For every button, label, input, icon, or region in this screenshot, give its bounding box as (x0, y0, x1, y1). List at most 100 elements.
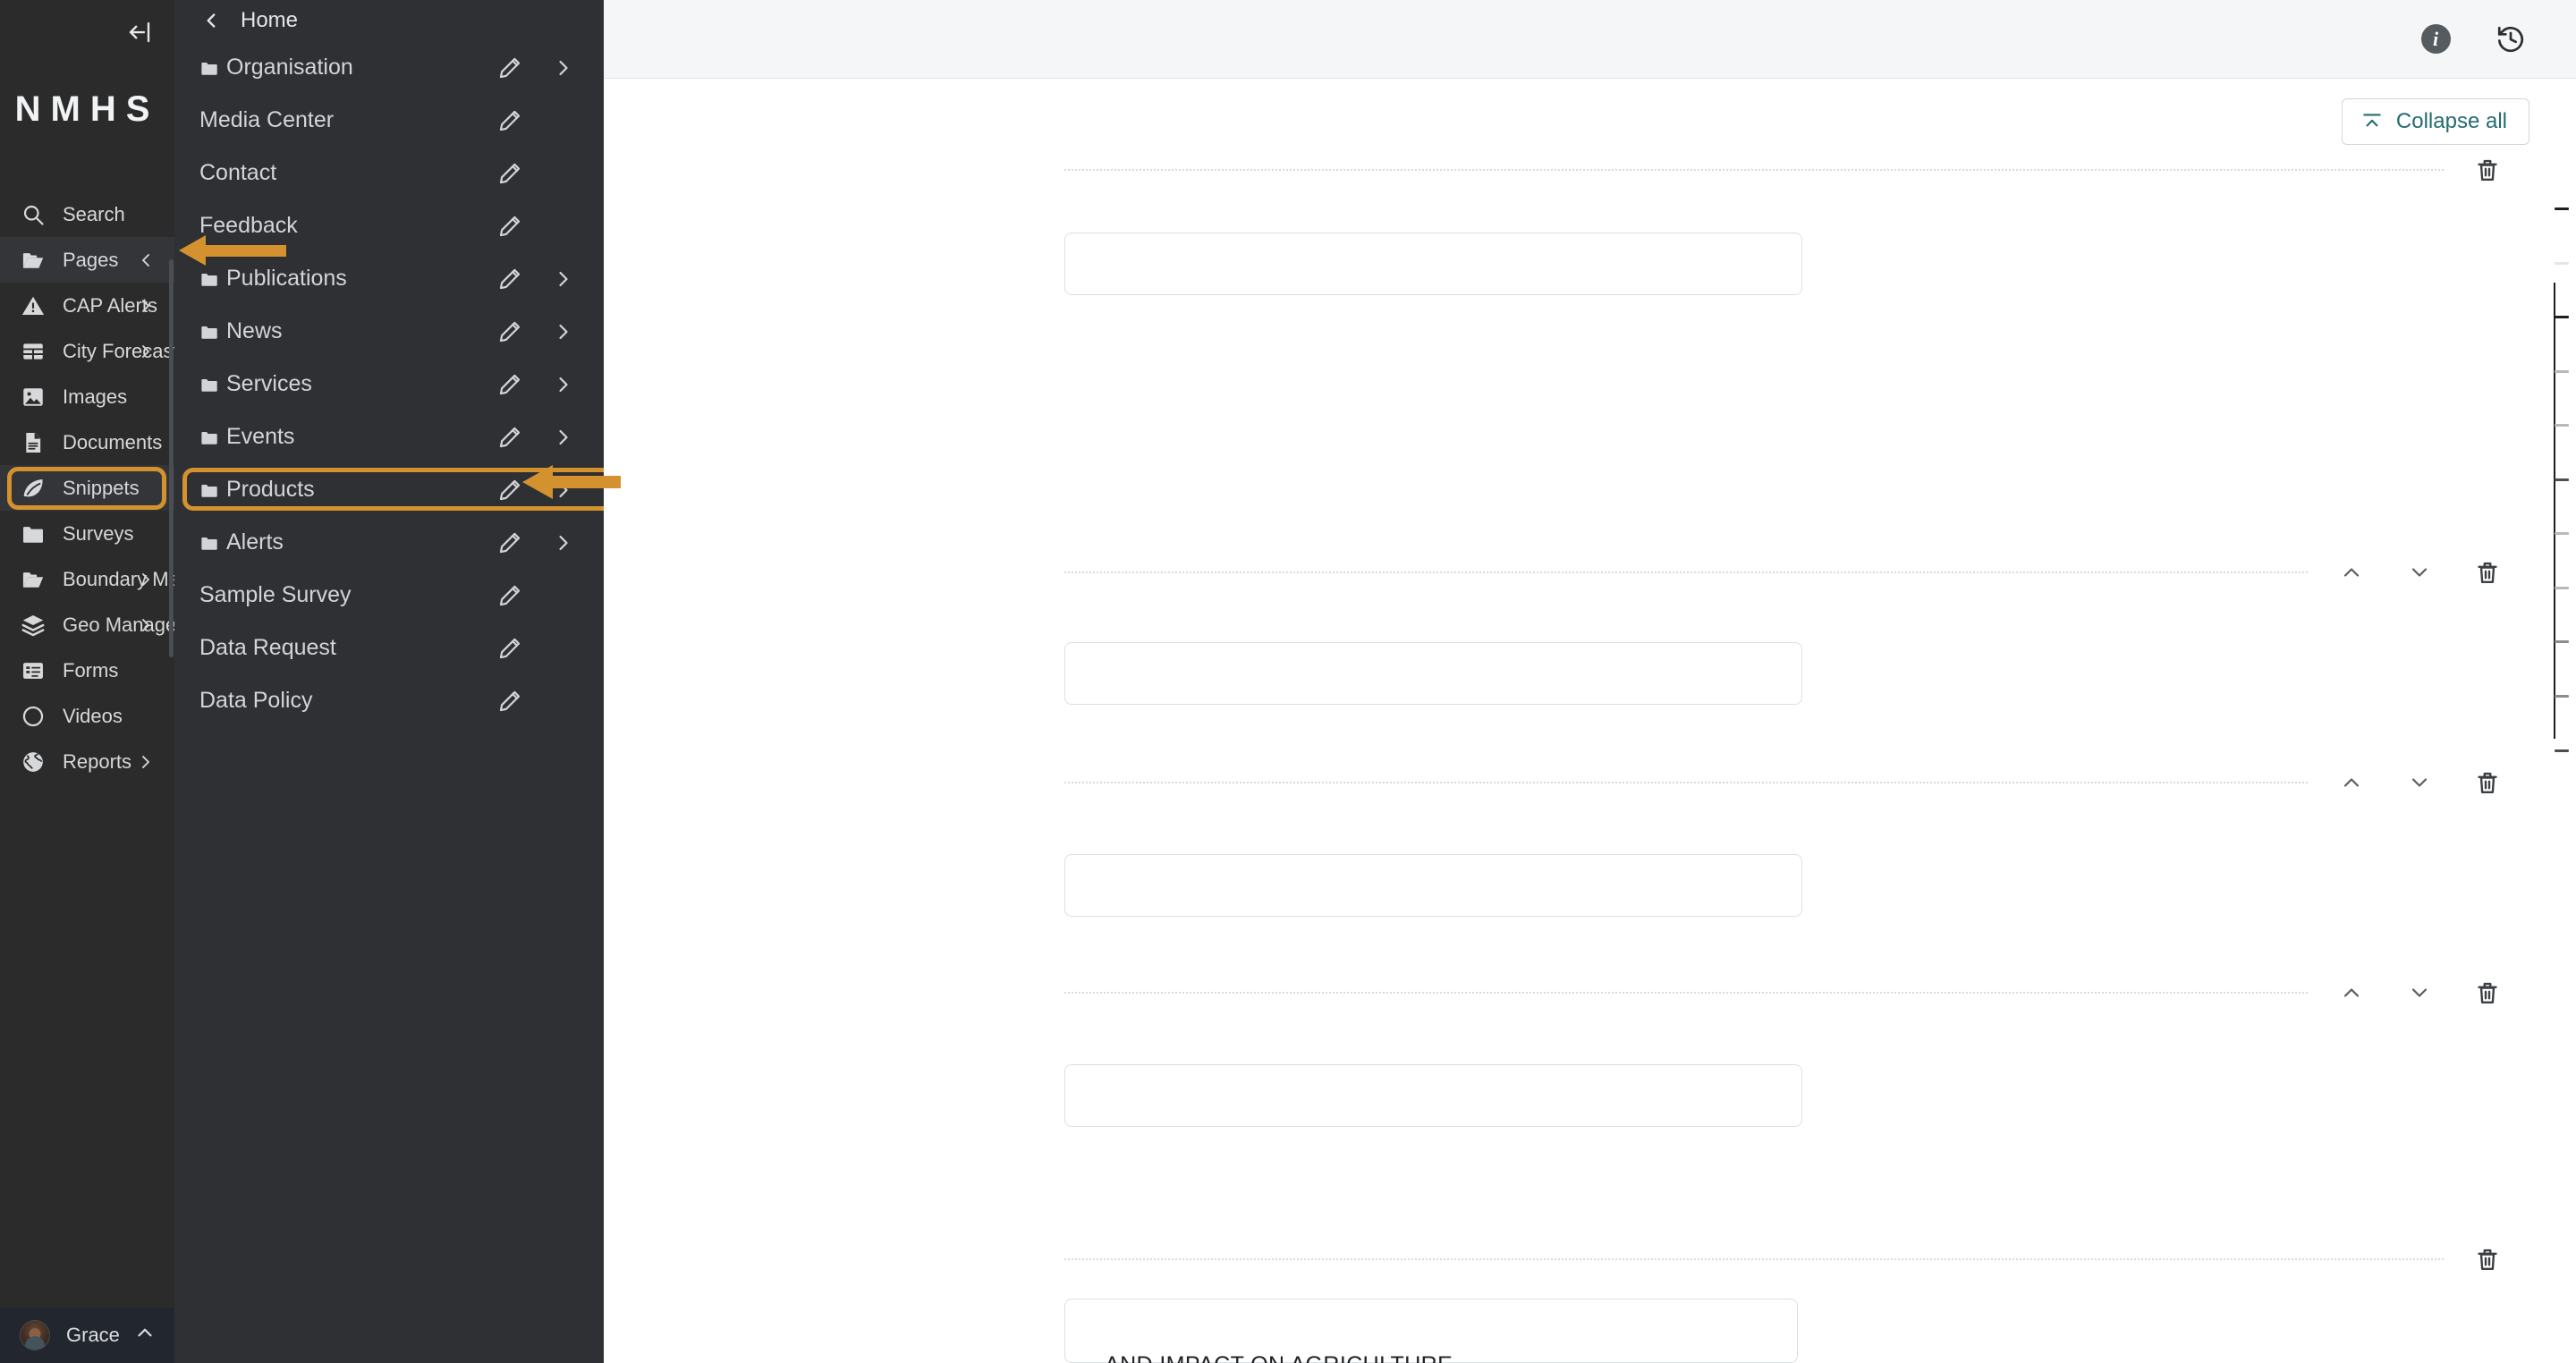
sidebar-item-search[interactable]: Search (0, 191, 174, 237)
flyout-item-data-request[interactable]: Data Request (174, 622, 604, 674)
sidebar-item-surveys[interactable]: Surveys (0, 511, 174, 556)
pencil-icon[interactable] (495, 422, 525, 453)
chevron-right-icon[interactable] (135, 341, 157, 362)
chevron-right-icon[interactable] (548, 422, 579, 453)
flyout-item-actions (495, 475, 579, 505)
flyout-item-events[interactable]: Events (174, 411, 604, 463)
pencil-icon[interactable] (495, 53, 525, 83)
flyout-back-home[interactable]: Home (174, 0, 604, 41)
sidebar-scrollbar[interactable] (169, 259, 174, 657)
sidebar-item-images[interactable]: Images (0, 374, 174, 419)
circle-icon (20, 703, 47, 730)
chevron-right-icon[interactable] (135, 751, 157, 773)
collapse-left-icon[interactable] (123, 15, 157, 49)
field-box[interactable] (1064, 854, 1802, 917)
flyout-item-alerts[interactable]: Alerts (174, 516, 604, 569)
history-icon[interactable] (2492, 21, 2529, 58)
chevron-right-icon[interactable] (135, 614, 157, 636)
flyout-item-products[interactable]: Products (174, 463, 604, 516)
flyout-item-data-policy[interactable]: Data Policy (174, 674, 604, 727)
chevron-right-icon[interactable] (135, 569, 157, 590)
pencil-icon[interactable] (495, 317, 525, 347)
sidebar-item-cap-alerts[interactable]: CAP Alerts (0, 283, 174, 328)
flyout-item-publications[interactable]: Publications (174, 252, 604, 305)
trash-icon[interactable] (2470, 976, 2504, 1010)
pencil-icon[interactable] (495, 264, 525, 294)
minimap-mark (2555, 370, 2569, 373)
flyout-item-actions (495, 317, 579, 347)
leaf-icon (20, 475, 47, 502)
table-icon (20, 338, 47, 365)
chevron-up-icon[interactable] (2334, 766, 2368, 800)
sidebar-item-snippets[interactable]: Snippets (0, 465, 174, 511)
chevron-right-icon[interactable] (548, 53, 579, 83)
sidebar-item-boundary-man[interactable]: Boundary Man... (0, 556, 174, 602)
section-divider-row (1064, 975, 2504, 1011)
sidebar-item-pages[interactable]: Pages (0, 237, 174, 283)
chevron-down-icon[interactable] (2402, 555, 2436, 589)
chevron-right-icon[interactable] (548, 317, 579, 347)
flyout-item-label: Data Request (199, 635, 336, 660)
flyout-item-news[interactable]: News (174, 305, 604, 358)
trash-icon[interactable] (2470, 153, 2504, 187)
sidebar-item-city-forecast[interactable]: City Forecast (0, 328, 174, 374)
pencil-icon[interactable] (495, 580, 525, 611)
chevron-right-icon[interactable] (548, 475, 579, 505)
trash-icon[interactable] (2470, 1242, 2504, 1276)
trash-icon[interactable] (2470, 555, 2504, 589)
sidebar-item-documents[interactable]: Documents (0, 419, 174, 465)
flyout-item-label: Alerts (226, 529, 284, 555)
chevron-up-icon[interactable] (2334, 976, 2368, 1010)
chevron-down-icon[interactable] (2402, 766, 2436, 800)
field-box[interactable] (1064, 1064, 1802, 1127)
pencil-icon[interactable] (495, 158, 525, 189)
pages-flyout-panel: Home Organisation Media Center Contact Feed… (174, 0, 604, 1363)
flyout-item-feedback[interactable]: Feedback (174, 199, 604, 252)
sidebar-item-geo-manager[interactable]: Geo Manager (0, 602, 174, 648)
pencil-icon[interactable] (495, 369, 525, 400)
minimap-mark (2555, 424, 2569, 427)
pencil-icon[interactable] (495, 475, 525, 505)
flyout-item-services[interactable]: Services (174, 358, 604, 411)
sidebar-item-videos[interactable]: Videos (0, 693, 174, 739)
pencil-icon[interactable] (495, 211, 525, 241)
chevron-right-icon[interactable] (548, 264, 579, 294)
chevron-left-icon[interactable] (135, 250, 157, 271)
chevron-right-icon[interactable] (135, 295, 157, 317)
flyout-items: Organisation Media Center Contact Feedback P… (174, 41, 604, 727)
pencil-icon[interactable] (495, 633, 525, 664)
flyout-item-organisation[interactable]: Organisation (174, 41, 604, 94)
minimap-mark (2555, 316, 2569, 318)
sidebar-item-label: Surveys (63, 521, 134, 545)
flyout-item-media-center[interactable]: Media Center (174, 94, 604, 147)
flyout-item-label: Sample Survey (199, 582, 352, 607)
chevron-right-icon[interactable] (548, 369, 579, 400)
pencil-icon[interactable] (495, 528, 525, 558)
minimap-mark (2555, 262, 2569, 265)
pencil-icon[interactable] (495, 686, 525, 716)
info-icon[interactable]: i (2417, 21, 2454, 58)
flyout-item-label: Organisation (226, 55, 353, 80)
flyout-item-label: News (226, 318, 283, 343)
minimap-mark (2555, 695, 2569, 698)
chevron-up-icon[interactable] (2334, 555, 2368, 589)
sidebar-item-forms[interactable]: Forms (0, 648, 174, 693)
flyout-item-contact[interactable]: Contact (174, 147, 604, 199)
dashed-separator (1064, 992, 2308, 994)
trash-icon[interactable] (2470, 766, 2504, 800)
flyout-item-label: Data Policy (199, 688, 313, 713)
minimap[interactable] (2547, 0, 2576, 1363)
minimap-mark (2555, 207, 2569, 210)
pencil-icon[interactable] (495, 106, 525, 136)
collapse-all-button[interactable]: Collapse all (2341, 98, 2529, 145)
chevron-right-icon[interactable] (548, 528, 579, 558)
chevron-down-icon[interactable] (2402, 976, 2436, 1010)
field-box[interactable] (1064, 642, 1802, 705)
user-menu[interactable]: Grace (0, 1308, 174, 1363)
sidebar-item-label: Pages (63, 248, 119, 271)
sidebar-item-reports[interactable]: Reports (0, 739, 174, 784)
flyout-item-actions (495, 106, 579, 136)
field-box[interactable] (1064, 233, 1802, 295)
minimap-mark (2555, 532, 2569, 535)
flyout-item-sample-survey[interactable]: Sample Survey (174, 569, 604, 622)
